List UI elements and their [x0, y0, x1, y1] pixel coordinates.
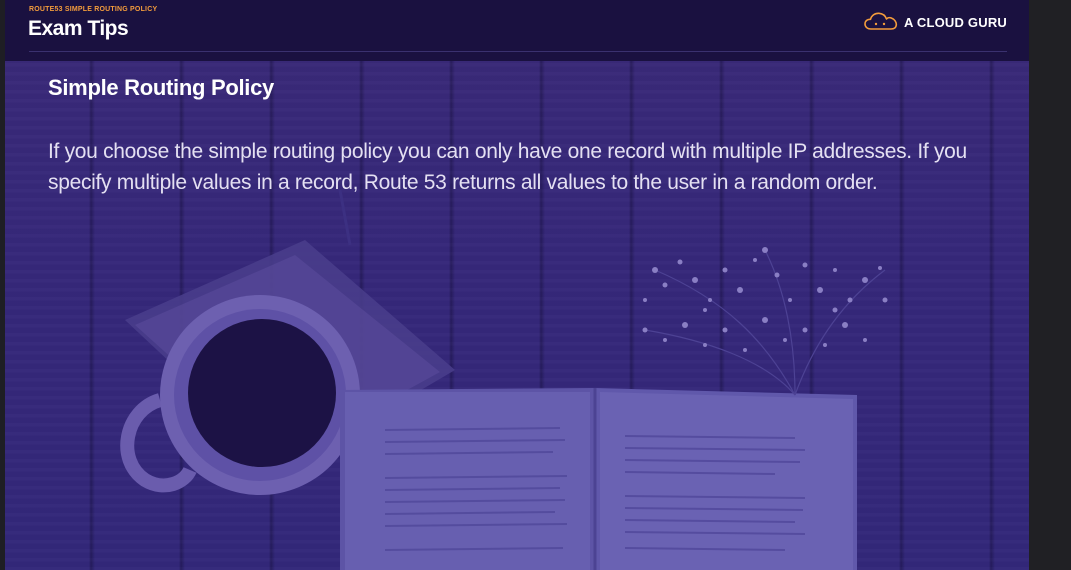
brand-name: A CLOUD GURU: [903, 14, 1007, 30]
header-divider: [29, 51, 1007, 52]
presentation-slide: ROUTE53 SIMPLE ROUTING POLICY Exam Tips …: [5, 0, 1029, 570]
slide-kicker: ROUTE53 SIMPLE ROUTING POLICY: [29, 6, 158, 13]
brand-logo: A CLOUD GURU: [864, 12, 1007, 32]
cloud-logo-icon: [864, 12, 898, 30]
book-illustration: [340, 388, 857, 570]
body-paragraph: If you choose the simple routing policy …: [48, 140, 967, 194]
section-heading: Simple Routing Policy: [48, 75, 274, 100]
flowers-illustration: [642, 247, 888, 396]
side-strip: [1029, 0, 1071, 570]
slide-title: Exam Tips: [28, 17, 129, 40]
